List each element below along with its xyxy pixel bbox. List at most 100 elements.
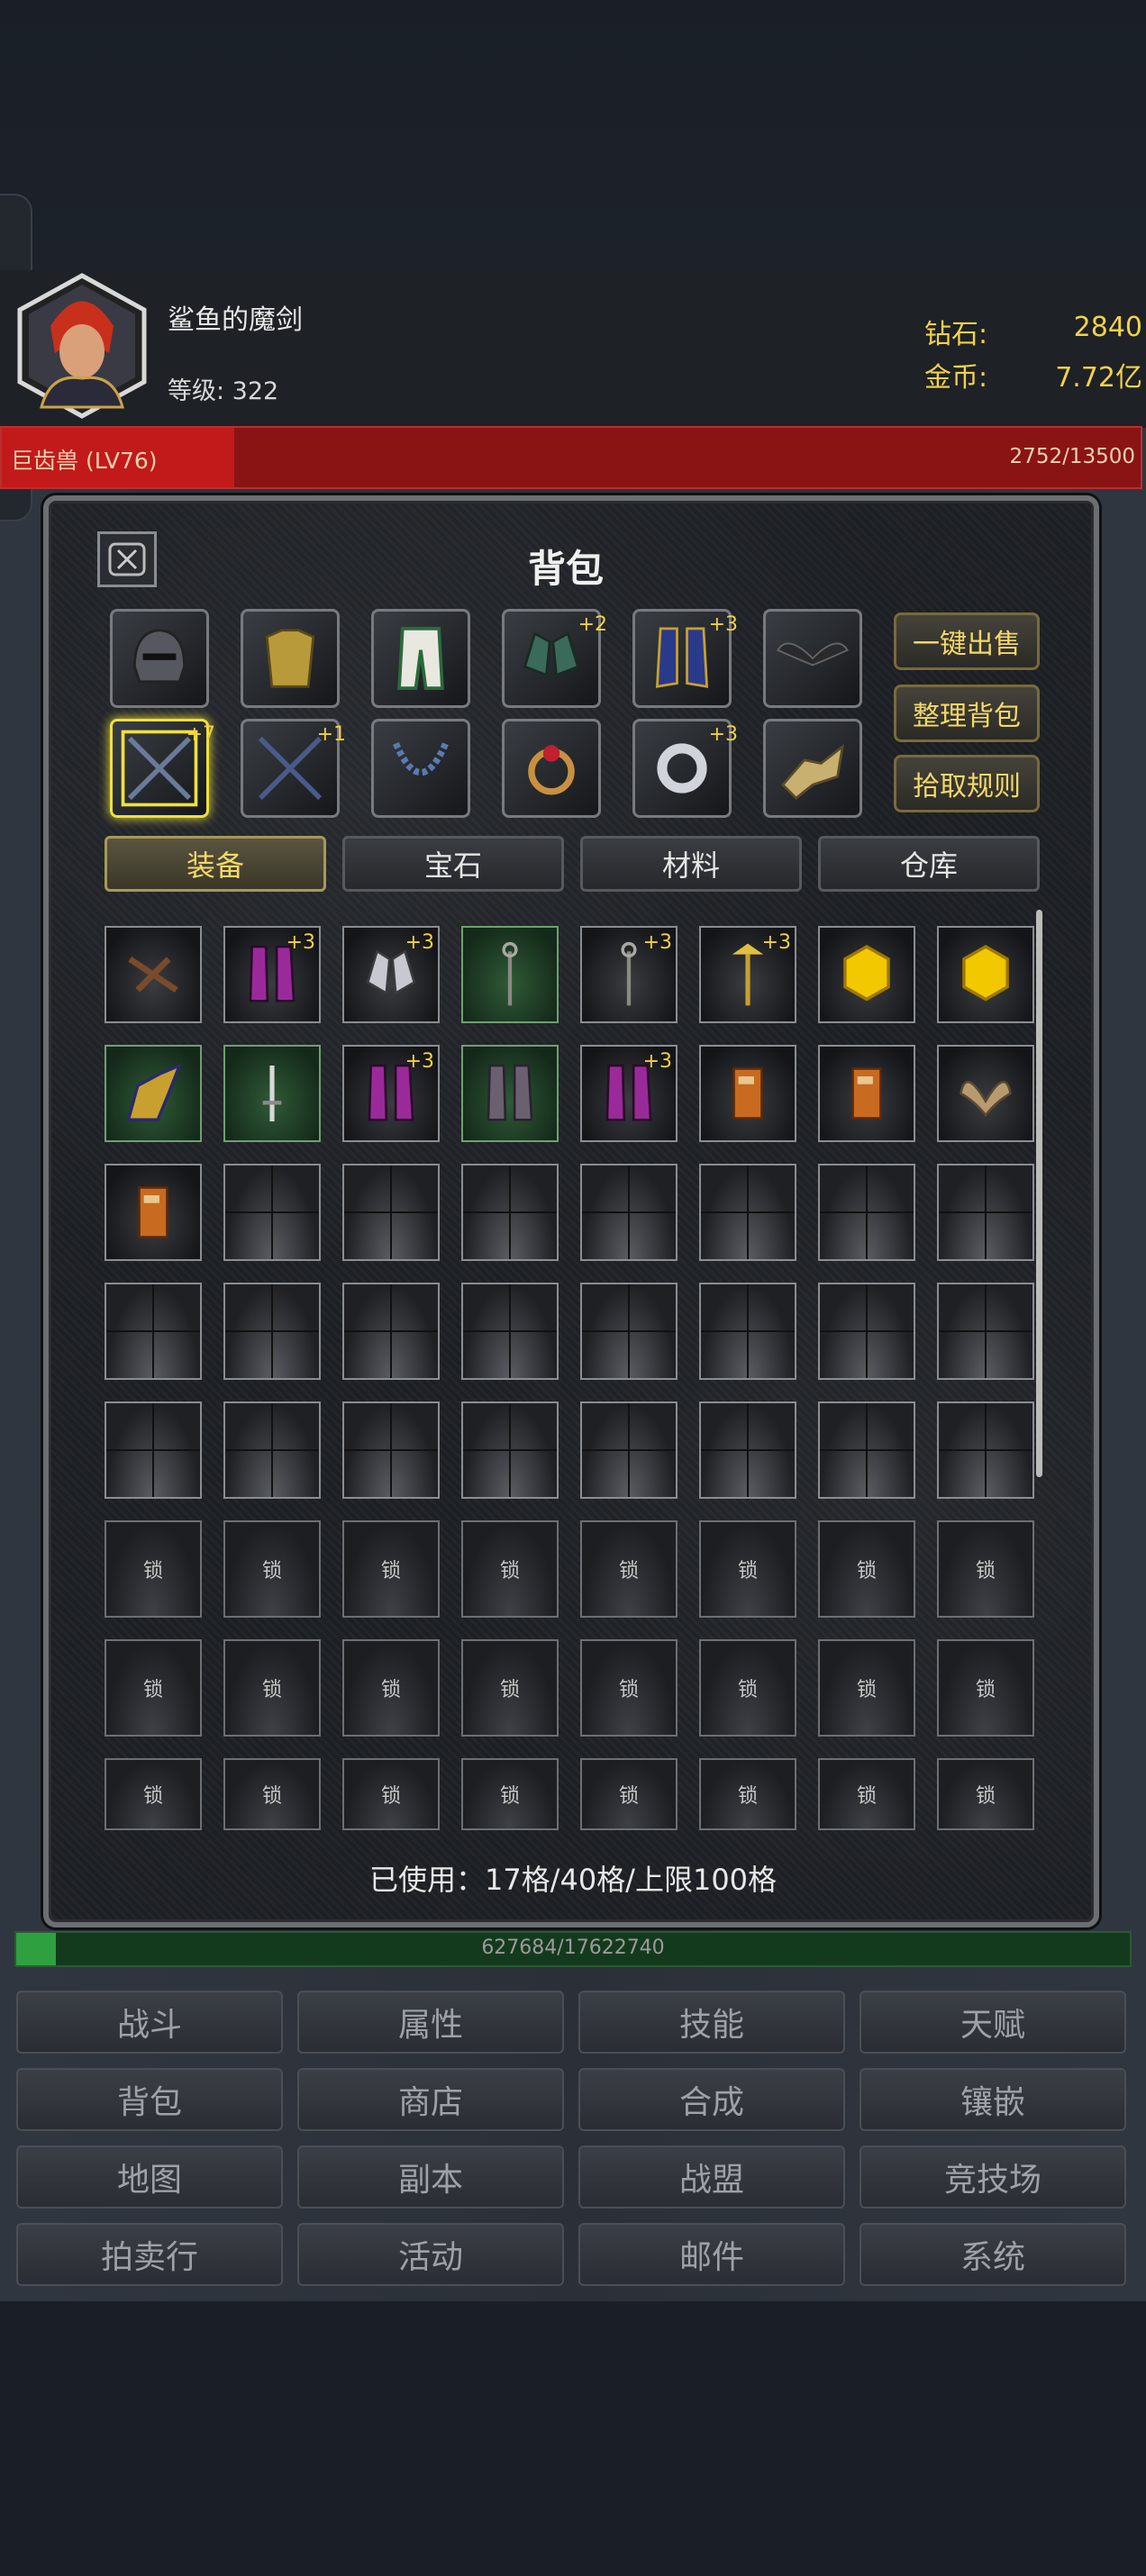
equip-slot[interactable]: +1 (241, 719, 346, 818)
locked-slot[interactable]: 锁 (937, 1758, 1034, 1830)
nav-button[interactable]: 副本 (297, 2145, 564, 2209)
empty-slot[interactable] (937, 1283, 1034, 1380)
equip-slot[interactable] (241, 609, 340, 708)
empty-slot[interactable] (818, 1164, 915, 1261)
nav-button[interactable]: 邮件 (578, 2223, 845, 2286)
pickup-rules-button[interactable]: 拾取规则 (894, 755, 1040, 812)
empty-slot[interactable] (461, 1283, 559, 1380)
empty-slot[interactable] (105, 1401, 202, 1499)
tab-equipment[interactable]: 装备 (105, 836, 326, 892)
equip-slot[interactable] (763, 609, 862, 708)
bag-item[interactable] (818, 1045, 915, 1142)
empty-slot[interactable] (580, 1283, 678, 1380)
bag-item[interactable] (461, 926, 559, 1023)
tab-gems[interactable]: 宝石 (342, 836, 564, 892)
bag-item[interactable]: +3 (580, 1045, 678, 1142)
locked-slot[interactable]: 锁 (342, 1639, 440, 1737)
bag-item[interactable]: +3 (699, 926, 796, 1023)
empty-slot[interactable] (580, 1401, 678, 1499)
nav-button[interactable]: 竞技场 (860, 2145, 1126, 2209)
equip-slot[interactable] (371, 719, 470, 818)
bag-item[interactable]: +3 (342, 1045, 440, 1142)
locked-slot[interactable]: 锁 (818, 1758, 915, 1830)
locked-slot[interactable]: 锁 (223, 1520, 321, 1618)
empty-slot[interactable] (223, 1401, 321, 1499)
bag-item[interactable] (699, 1045, 796, 1142)
empty-slot[interactable] (580, 1164, 678, 1261)
equip-slot[interactable] (371, 609, 470, 708)
nav-button[interactable]: 系统 (860, 2223, 1126, 2286)
empty-slot[interactable] (699, 1164, 796, 1261)
nav-button[interactable]: 镶嵌 (860, 2068, 1126, 2131)
sort-bag-button[interactable]: 整理背包 (894, 685, 1040, 742)
nav-button[interactable]: 战盟 (578, 2145, 845, 2209)
empty-slot[interactable] (937, 1164, 1034, 1261)
locked-slot[interactable]: 锁 (223, 1639, 321, 1737)
empty-slot[interactable] (818, 1401, 915, 1499)
locked-slot[interactable]: 锁 (342, 1520, 440, 1618)
bag-item[interactable] (937, 1045, 1034, 1142)
sell-all-button[interactable]: 一键出售 (894, 612, 1040, 670)
locked-slot[interactable]: 锁 (937, 1520, 1034, 1618)
empty-slot[interactable] (461, 1401, 559, 1499)
locked-slot[interactable]: 锁 (223, 1758, 321, 1830)
nav-button[interactable]: 战斗 (16, 1991, 283, 2054)
locked-slot[interactable]: 锁 (580, 1758, 678, 1830)
bag-item[interactable]: +3 (342, 926, 440, 1023)
locked-slot[interactable]: 锁 (699, 1758, 796, 1830)
empty-slot[interactable] (223, 1283, 321, 1380)
locked-slot[interactable]: 锁 (818, 1639, 915, 1737)
locked-slot[interactable]: 锁 (342, 1758, 440, 1830)
locked-slot[interactable]: 锁 (105, 1520, 202, 1618)
locked-slot[interactable]: 锁 (699, 1520, 796, 1618)
bag-item[interactable] (461, 1045, 559, 1142)
bag-item[interactable]: +3 (223, 926, 321, 1023)
bag-item[interactable] (105, 1164, 202, 1261)
bag-item[interactable] (105, 1045, 202, 1142)
equip-slot[interactable] (502, 719, 601, 818)
nav-button[interactable]: 合成 (578, 2068, 845, 2131)
bag-item[interactable] (818, 926, 915, 1023)
equip-slot[interactable]: +3 (632, 719, 738, 818)
bag-item[interactable]: +3 (580, 926, 678, 1023)
locked-slot[interactable]: 锁 (461, 1520, 559, 1618)
empty-slot[interactable] (818, 1283, 915, 1380)
player-avatar[interactable] (14, 272, 150, 421)
nav-button[interactable]: 背包 (16, 2068, 283, 2131)
equip-slot[interactable]: +7 (110, 719, 215, 818)
nav-button[interactable]: 技能 (578, 1991, 845, 2054)
locked-slot[interactable]: 锁 (461, 1639, 559, 1737)
empty-slot[interactable] (461, 1164, 559, 1261)
tab-materials[interactable]: 材料 (580, 836, 802, 892)
locked-slot[interactable]: 锁 (105, 1639, 202, 1737)
empty-slot[interactable] (223, 1164, 321, 1261)
locked-slot[interactable]: 锁 (105, 1758, 202, 1830)
locked-slot[interactable]: 锁 (461, 1758, 559, 1830)
locked-slot[interactable]: 锁 (580, 1520, 678, 1618)
equip-slot[interactable] (110, 609, 209, 708)
empty-slot[interactable] (699, 1283, 796, 1380)
bag-item[interactable] (937, 926, 1034, 1023)
empty-slot[interactable] (105, 1283, 202, 1380)
nav-button[interactable]: 天赋 (860, 1991, 1126, 2054)
locked-slot[interactable]: 锁 (699, 1639, 796, 1737)
close-button[interactable] (97, 531, 157, 587)
nav-button[interactable]: 属性 (297, 1991, 564, 2054)
bag-item[interactable] (105, 926, 202, 1023)
locked-slot[interactable]: 锁 (580, 1639, 678, 1737)
equip-slot[interactable]: +2 (502, 609, 607, 708)
nav-button[interactable]: 拍卖行 (16, 2223, 283, 2286)
nav-button[interactable]: 商店 (297, 2068, 564, 2131)
equip-slot[interactable]: +3 (632, 609, 738, 708)
nav-button[interactable]: 活动 (297, 2223, 564, 2286)
locked-slot[interactable]: 锁 (937, 1639, 1034, 1737)
empty-slot[interactable] (342, 1164, 440, 1261)
empty-slot[interactable] (342, 1283, 440, 1380)
tab-warehouse[interactable]: 仓库 (818, 836, 1040, 892)
empty-slot[interactable] (937, 1401, 1034, 1499)
bag-item[interactable] (223, 1045, 321, 1142)
empty-slot[interactable] (699, 1401, 796, 1499)
locked-slot[interactable]: 锁 (818, 1520, 915, 1618)
nav-button[interactable]: 地图 (16, 2145, 283, 2209)
equip-slot[interactable] (763, 719, 862, 818)
